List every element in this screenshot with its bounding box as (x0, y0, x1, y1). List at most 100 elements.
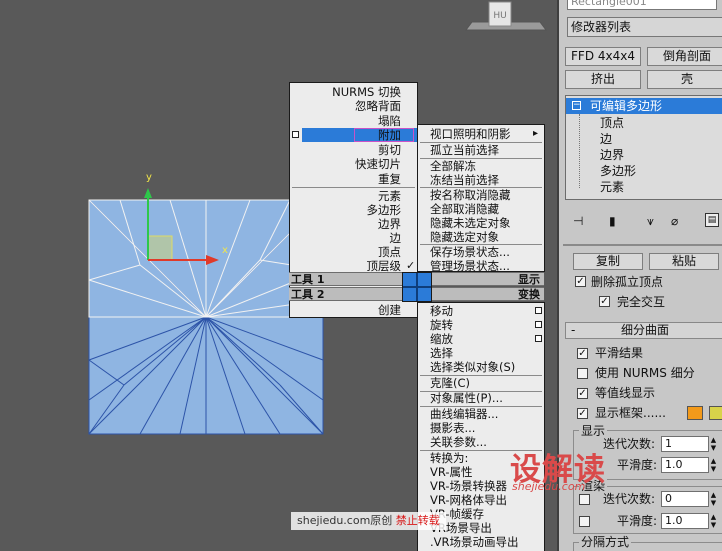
make-unique-icon[interactable]: ⩛ (647, 214, 654, 229)
isoline-checkbox[interactable]: ✓ (577, 388, 588, 399)
render-iterations-spinner[interactable]: 0 (661, 491, 709, 507)
stack-toolbar: ⊣ ▮ ⩛ ⌀ ▤ (565, 210, 722, 234)
subdivision-rollout-header[interactable]: - 细分曲面 (565, 322, 722, 339)
menu-item-freeze-selection[interactable]: 冻结当前选择 (430, 173, 499, 187)
menu-item-clone[interactable]: 克隆(C) (430, 376, 470, 390)
menu-item-top-level[interactable]: 顶层级 (367, 259, 402, 273)
use-nurms-checkbox[interactable] (577, 368, 588, 379)
stack-item-vertex[interactable]: 顶点 (600, 115, 624, 131)
configure-sets-icon[interactable]: ▤ (705, 213, 719, 227)
show-cage-checkbox[interactable]: ✓ (577, 408, 588, 419)
menu-item-unhide-by-name[interactable]: 按名称取消隐藏 (430, 188, 511, 202)
stack-item-polygon[interactable]: 多边形 (600, 163, 636, 179)
delete-isolated-label: 删除孤立顶点 (591, 275, 664, 289)
chamfer-profile-button[interactable]: 倒角剖面 (647, 47, 722, 66)
modifier-list-dropdown[interactable]: 修改器列表 (567, 17, 722, 37)
quad-label-tools2: 工具 2 (289, 287, 402, 301)
menu-item-cut[interactable]: 剪切 (378, 143, 401, 157)
menu-item-move[interactable]: 移动 (430, 304, 453, 318)
rotate-settings-icon[interactable] (535, 321, 542, 328)
shell-button[interactable]: 壳 (647, 70, 722, 89)
menu-item-edge[interactable]: 边 (390, 231, 402, 245)
iterations-spinner-arrows[interactable]: ▲ ▼ (709, 436, 718, 452)
ffd-button[interactable]: FFD 4x4x4 (565, 47, 641, 66)
show-end-result-icon[interactable]: ▮ (609, 214, 616, 228)
quad-label-display: 显示 (432, 272, 544, 286)
move-settings-icon[interactable] (535, 307, 542, 314)
menu-item-select-similar[interactable]: 选择类似对象(S) (430, 360, 515, 374)
cage-color-swatch-1[interactable] (687, 406, 703, 420)
menu-item-attach[interactable]: 附加 (378, 128, 401, 142)
stack-item-border[interactable]: 边界 (600, 147, 624, 163)
render-iterations-spinner-arrows[interactable]: ▲ ▼ (709, 491, 718, 507)
check-mark-icon: ✓ (406, 259, 416, 272)
cage-color-swatch-2[interactable] (709, 406, 722, 420)
menu-item-hide-unselected[interactable]: 隐藏未选定对象 (430, 216, 511, 230)
extrude-button[interactable]: 挤出 (565, 70, 641, 89)
menu-item-scale[interactable]: 缩放 (430, 332, 453, 346)
remove-modifier-icon[interactable]: ⌀ (671, 214, 678, 228)
use-nurms-label: 使用 NURMS 细分 (595, 366, 695, 380)
menu-item-manage-scene-states[interactable]: 管理场景状态... (430, 259, 510, 273)
menu-item-unfreeze-all[interactable]: 全部解冻 (430, 159, 476, 173)
menu-item-vr-scene-anim-export[interactable]: .VR场景动画导出 (430, 535, 519, 549)
menu-item-unhide-all[interactable]: 全部取消隐藏 (430, 202, 499, 216)
object-name-field[interactable]: Rectangle001 (567, 0, 717, 10)
stack-item-edge[interactable]: 边 (600, 131, 612, 147)
menu-item-element[interactable]: 元素 (378, 189, 401, 203)
menu-item-viewport-lighting[interactable]: 视口照明和阴影 (430, 127, 511, 141)
quad-menu-right-top: 视口照明和阴影 ▸ 孤立当前选择 全部解冻 冻结当前选择 按名称取消隐藏 全部取… (417, 124, 545, 273)
quad-label-transform: 变换 (432, 287, 544, 301)
menu-item-border[interactable]: 边界 (378, 217, 401, 231)
delete-isolated-checkbox[interactable]: ✓ (575, 276, 586, 287)
stack-item-editable-poly[interactable]: − 可编辑多边形 (566, 98, 722, 114)
pin-stack-icon[interactable]: ⊣ (573, 214, 583, 228)
render-iterations-checkbox[interactable] (579, 494, 590, 505)
smooth-result-checkbox[interactable]: ✓ (577, 348, 588, 359)
attach-settings-icon[interactable] (292, 131, 299, 138)
smoothness-spinner[interactable]: 1.0 (661, 457, 709, 473)
menu-item-vr-properties[interactable]: VR-属性 (430, 465, 473, 479)
menu-item-wire-parameters[interactable]: 关联参数... (430, 435, 487, 449)
menu-item-create[interactable]: 创建 (378, 303, 401, 317)
menu-item-polygon[interactable]: 多边形 (367, 203, 402, 217)
menu-item-vr-scene-converter[interactable]: VR-场景转换器 (430, 479, 507, 493)
submenu-arrow-icon: ▸ (532, 128, 538, 139)
menu-item-hide-selection[interactable]: 隐藏选定对象 (430, 230, 499, 244)
render-smoothness-checkbox[interactable] (579, 516, 590, 527)
menu-item-ignore-backface[interactable]: 忽略背面 (355, 99, 401, 113)
render-smoothness-spinner-arrows[interactable]: ▲ ▼ (709, 513, 718, 529)
watermark-source-text: shejiedu.com原创 (297, 514, 393, 527)
paste-button[interactable]: 粘贴 (649, 253, 719, 270)
render-smoothness-spinner[interactable]: 1.0 (661, 513, 709, 529)
scale-settings-icon[interactable] (535, 335, 542, 342)
copy-button[interactable]: 复制 (573, 253, 643, 270)
menu-item-dope-sheet[interactable]: 摄影表... (430, 421, 475, 435)
modifier-stack[interactable]: − 可编辑多边形 顶点 边 边界 多边形 元素 (565, 95, 722, 200)
subdivision-rollout-title: 细分曲面 (620, 323, 669, 337)
menu-item-collapse[interactable]: 塌陷 (378, 114, 401, 128)
iterations-spinner[interactable]: 1 (661, 436, 709, 452)
watermark-url: shejiedu.com (512, 480, 586, 493)
stack-item-element[interactable]: 元素 (600, 179, 624, 195)
quad-center-icon (402, 272, 432, 302)
menu-item-save-scene-state[interactable]: 保存场景状态... (430, 245, 510, 259)
rollout-collapse-icon: - (571, 323, 576, 337)
menu-item-nurms-toggle[interactable]: NURMS 切换 (332, 85, 401, 99)
menu-item-select[interactable]: 选择 (430, 346, 453, 360)
menu-item-quickslice[interactable]: 快速切片 (355, 157, 401, 171)
stack-expand-icon[interactable]: − (572, 101, 581, 110)
menu-item-vr-mesh-export[interactable]: VR-网格体导出 (430, 493, 507, 507)
menu-item-object-properties[interactable]: 对象属性(P)... (430, 391, 503, 405)
menu-item-vertex[interactable]: 顶点 (378, 245, 401, 259)
menu-item-repeat[interactable]: 重复 (378, 172, 401, 186)
menu-item-isolate-selection[interactable]: 孤立当前选择 (430, 143, 499, 157)
render-iterations-label: 迭代次数: (603, 492, 656, 506)
smoothness-spinner-arrows[interactable]: ▲ ▼ (709, 457, 718, 473)
full-interactive-checkbox[interactable]: ✓ (599, 296, 610, 307)
menu-item-convert-to[interactable]: 转换为: (430, 451, 468, 465)
watermark-bar: shejiedu.com原创 禁止转载 (291, 512, 446, 530)
render-smoothness-label: 平滑度: (617, 514, 658, 528)
menu-item-rotate[interactable]: 旋转 (430, 318, 453, 332)
menu-item-curve-editor[interactable]: 曲线编辑器... (430, 407, 498, 421)
